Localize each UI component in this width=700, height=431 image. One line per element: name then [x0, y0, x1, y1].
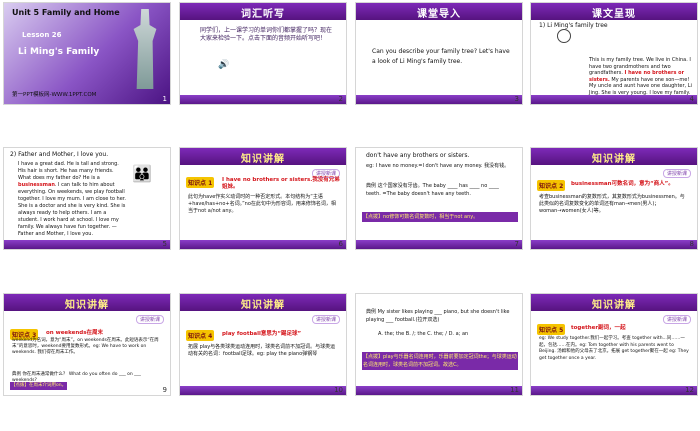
slide-number: 11 — [510, 386, 519, 394]
slide-text: 考查businessman的复数形式，其复数形式为businessmen。与此类… — [539, 194, 685, 214]
audio-icon[interactable]: 🔊 — [218, 61, 229, 70]
lesson-label: Lesson 26 — [22, 31, 62, 39]
slide-footer — [4, 240, 170, 249]
point-heading: I have no brothers or sisters.我没有兄弟姐妹。 — [222, 177, 340, 190]
point-heading: play football意思为“踢足球” — [222, 331, 302, 337]
slide-title: 词汇听写 — [241, 9, 285, 20]
point-heading: together副词，一起 — [571, 325, 626, 331]
slide-number: 3 — [514, 95, 519, 103]
unit-title: Unit 5 Family and Home — [12, 8, 120, 17]
slide-text: 拓展 play与各类球类运动连用时，球类名词前不加冠词。与球类运动有关的名词：f… — [188, 344, 336, 357]
slide-text: don't have any brothers or sisters. — [366, 152, 470, 159]
slide-8[interactable]: 知识讲解 讲授新课 知识点 2 businessman可数名词，意为“商人”。 … — [530, 147, 698, 250]
point-tag: 知识点 5 — [537, 324, 566, 335]
point-tag: 知识点 4 — [186, 330, 215, 341]
item-heading: 1) Li Ming's family tree — [539, 22, 608, 29]
corner-tag: 讲授新课 — [311, 315, 340, 324]
slide-number: 9 — [162, 386, 167, 394]
slide-text: Can you describe your family tree? Let's… — [372, 48, 510, 65]
slide-text: 此句为have作实义动词时的一种否定形式。本句结构为“主语+have/has+n… — [188, 194, 336, 214]
point-heading: businessman可数名词，意为“商人”。 — [571, 181, 674, 187]
slide-number: 7 — [514, 240, 519, 248]
slide-number: 1 — [162, 95, 167, 103]
slide-footer — [180, 95, 346, 104]
slide-title: 知识讲解 — [592, 300, 636, 311]
tip-text: 【点拨】play与乐器名词连用时，乐器前要加定冠词the；与球类运动名词连用时，… — [362, 352, 518, 370]
slide-footer — [180, 240, 346, 249]
exercise-text: 典例 My sister likes playing ___ piano, bu… — [366, 309, 510, 323]
slide-grid: Unit 5 Family and Home Lesson 26 Li Ming… — [3, 2, 698, 430]
slide-footer — [531, 386, 697, 395]
point-tag: 知识点 2 — [537, 180, 566, 191]
slide-footer — [356, 240, 522, 249]
slide-3[interactable]: 课堂导入 Can you describe your family tree? … — [355, 2, 523, 105]
slide-footer — [180, 386, 346, 395]
slide-title: 知识讲解 — [592, 154, 636, 165]
slide-number: 2 — [338, 95, 343, 103]
tip-text: 【点拨】在周末介词用on。 — [10, 382, 68, 390]
slide-9[interactable]: 知识讲解 讲授新课 知识点 3 on weekends在周末 weekend为名… — [3, 293, 171, 396]
slide-2[interactable]: 词汇听写 同学们，上一课学习的单词你们都掌握了吗？现在大家来检验一下。点击下面的… — [179, 2, 347, 105]
slide-1[interactable]: Unit 5 Family and Home Lesson 26 Li Ming… — [3, 2, 171, 105]
item-heading: 2) Father and Mother, I love you. — [10, 151, 109, 158]
slide-title: 知识讲解 — [65, 300, 109, 311]
slide-title: 知识讲解 — [241, 300, 285, 311]
point-heading: on weekends在周末 — [46, 330, 104, 336]
slide-5[interactable]: 2) Father and Mother, I love you. I have… — [3, 147, 171, 250]
slide-header: 知识讲解 — [4, 294, 170, 311]
slide-footer — [531, 95, 697, 104]
slide-number: 5 — [162, 240, 167, 248]
corner-tag: 讲授新课 — [135, 315, 164, 324]
exercise-text: 典例 这个国家没有牙齿。The baby ____ has ____ no __… — [366, 183, 499, 197]
tip-text: 【点拨】no修饰可数名词复数时，相当于not any。 — [362, 212, 518, 222]
slide-text: weekend为名词，意为“周末”。on weekends在周末。此短语表示“在… — [12, 338, 159, 355]
site-label: 第一PPT模板网-WWW.1PPT.COM — [12, 92, 97, 98]
slide-6[interactable]: 知识讲解 讲授新课 知识点 1 I have no brothers or si… — [179, 147, 347, 250]
point-tag: 知识点 1 — [186, 177, 215, 188]
example-text: eg: I have no money.=I don't have any mo… — [366, 163, 510, 169]
slide-footer — [356, 95, 522, 104]
slide-number: 8 — [689, 240, 694, 248]
slide-header: 知识讲解 — [531, 294, 697, 311]
slide-text: 同学们，上一课学习的单词你们都掌握了吗？现在大家来检验一下。点击下面的音频开始听… — [200, 27, 333, 42]
slide-number: 6 — [338, 240, 343, 248]
slide-12[interactable]: 知识讲解 讲授新课 知识点 5 together副词，一起 eg: We stu… — [530, 293, 698, 396]
slide-number: 12 — [685, 386, 694, 394]
lesson-name: Li Ming's Family — [18, 47, 100, 57]
slide-title: 课文呈现 — [592, 9, 636, 20]
corner-tag: 讲授新课 — [662, 169, 691, 178]
slide-footer — [356, 386, 522, 395]
slide-header: 课堂导入 — [356, 3, 522, 20]
slide-4[interactable]: 课文呈现 1) Li Ming's family tree This is my… — [530, 2, 698, 105]
slide-11[interactable]: 典例 My sister likes playing ___ piano, bu… — [355, 293, 523, 396]
slide-title: 知识讲解 — [241, 154, 285, 165]
slide-number: 4 — [689, 95, 694, 103]
slide-header: 知识讲解 — [531, 148, 697, 165]
slide-text: I have a great dad. He is tall and stron… — [18, 161, 126, 237]
slide-text: This is my family tree. We live in China… — [589, 57, 692, 96]
slide-header: 知识讲解 — [180, 148, 346, 165]
slide-header: 词汇听写 — [180, 3, 346, 20]
slide-footer — [531, 240, 697, 249]
family-tree-icon — [557, 29, 571, 43]
corner-tag: 讲授新课 — [662, 315, 691, 324]
slide-header: 知识讲解 — [180, 294, 346, 311]
slide-header: 课文呈现 — [531, 3, 697, 20]
slide-title: 课堂导入 — [417, 9, 461, 20]
slide-text: eg: We study together.我们一起学习。考查 together… — [539, 336, 689, 361]
family-icon: 👪 — [132, 164, 152, 183]
slide-number: 10 — [334, 386, 343, 394]
options-text: A. the; the B. /; the C. the; / D. a; an — [378, 331, 469, 337]
slide-7[interactable]: don't have any brothers or sisters. eg: … — [355, 147, 523, 250]
slide-10[interactable]: 知识讲解 讲授新课 知识点 4 play football意思为“踢足球” 拓展… — [179, 293, 347, 396]
